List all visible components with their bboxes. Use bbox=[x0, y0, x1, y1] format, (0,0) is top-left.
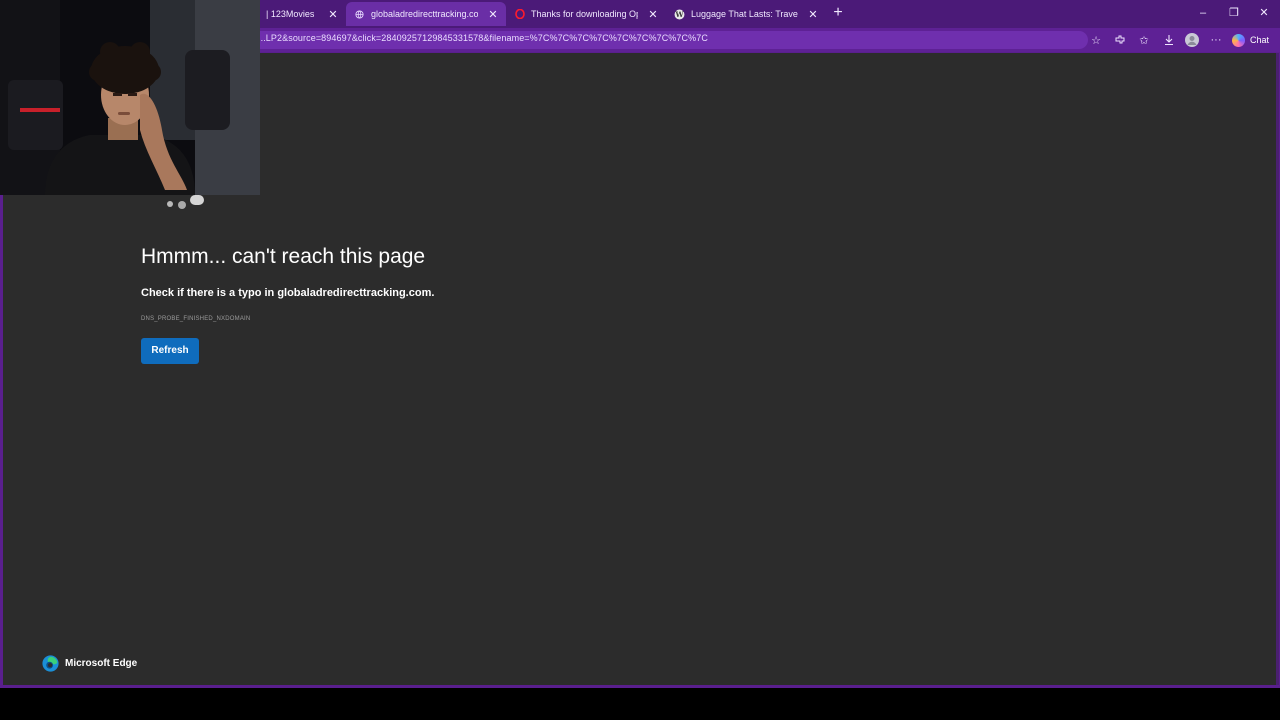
edge-brand: Microsoft Edge bbox=[42, 655, 137, 672]
tab-opera-download[interactable]: Thanks for downloading Opera ✕ bbox=[506, 2, 666, 26]
close-icon[interactable]: ✕ bbox=[326, 8, 340, 21]
edge-logo-icon bbox=[42, 655, 59, 672]
taskbar bbox=[0, 688, 1280, 720]
minimize-icon[interactable]: – bbox=[1193, 5, 1213, 21]
close-icon[interactable]: ✕ bbox=[806, 8, 820, 21]
new-tab-button[interactable]: + bbox=[829, 4, 847, 22]
opera-icon bbox=[514, 9, 525, 20]
copilot-icon bbox=[1232, 33, 1245, 47]
extensions-icon[interactable] bbox=[1112, 32, 1128, 48]
globe-icon bbox=[354, 9, 365, 20]
tab-luggage[interactable]: W Luggage That Lasts: Travel Brands ✕ bbox=[666, 2, 826, 26]
favorites-icon[interactable]: ✩ bbox=[1136, 32, 1152, 48]
error-code: DNS_PROBE_FINISHED_NXDOMAIN bbox=[141, 316, 251, 322]
browser-window: | 123Movies ✕ globaladredirecttracking.c… bbox=[0, 0, 1280, 688]
tab-label: Luggage That Lasts: Travel Brands bbox=[691, 9, 798, 19]
restore-icon[interactable]: ❐ bbox=[1224, 5, 1244, 21]
close-window-icon[interactable]: ✕ bbox=[1254, 5, 1274, 21]
tab-label: Thanks for downloading Opera bbox=[531, 9, 638, 19]
refresh-button[interactable]: Refresh bbox=[141, 338, 199, 364]
favorite-star-icon[interactable]: ☆ bbox=[1088, 32, 1104, 48]
brand-name: Microsoft Edge bbox=[65, 658, 138, 669]
close-icon[interactable]: ✕ bbox=[646, 8, 660, 21]
error-title: Hmmm... can't reach this page bbox=[141, 245, 426, 268]
close-icon[interactable]: ✕ bbox=[486, 8, 500, 21]
wordpress-icon: W bbox=[674, 9, 685, 20]
tab-globaladredirecttracking[interactable]: globaladredirecttracking.com ✕ bbox=[346, 2, 506, 26]
address-url[interactable]: ...LP2&source=894697&click=2840925712984… bbox=[258, 33, 708, 43]
downloads-icon[interactable] bbox=[1161, 32, 1177, 48]
chat-label: Chat bbox=[1250, 35, 1270, 45]
scrollbar[interactable] bbox=[1276, 53, 1279, 685]
more-menu-icon[interactable]: ··· bbox=[1208, 32, 1224, 48]
webcam-overlay bbox=[0, 0, 260, 195]
svg-text:W: W bbox=[674, 10, 684, 19]
tab-label: globaladredirecttracking.com bbox=[371, 9, 478, 19]
tab-123movies[interactable]: | 123Movies ✕ bbox=[258, 2, 346, 26]
profile-avatar-icon[interactable] bbox=[1184, 32, 1200, 48]
copilot-chat-button[interactable]: Chat bbox=[1232, 31, 1274, 49]
webcam-person-image bbox=[0, 0, 260, 195]
error-subtitle: Check if there is a typo in globaladredi… bbox=[141, 287, 435, 299]
tab-label: | 123Movies bbox=[266, 9, 315, 19]
disconnected-cloud-icon bbox=[167, 195, 204, 209]
